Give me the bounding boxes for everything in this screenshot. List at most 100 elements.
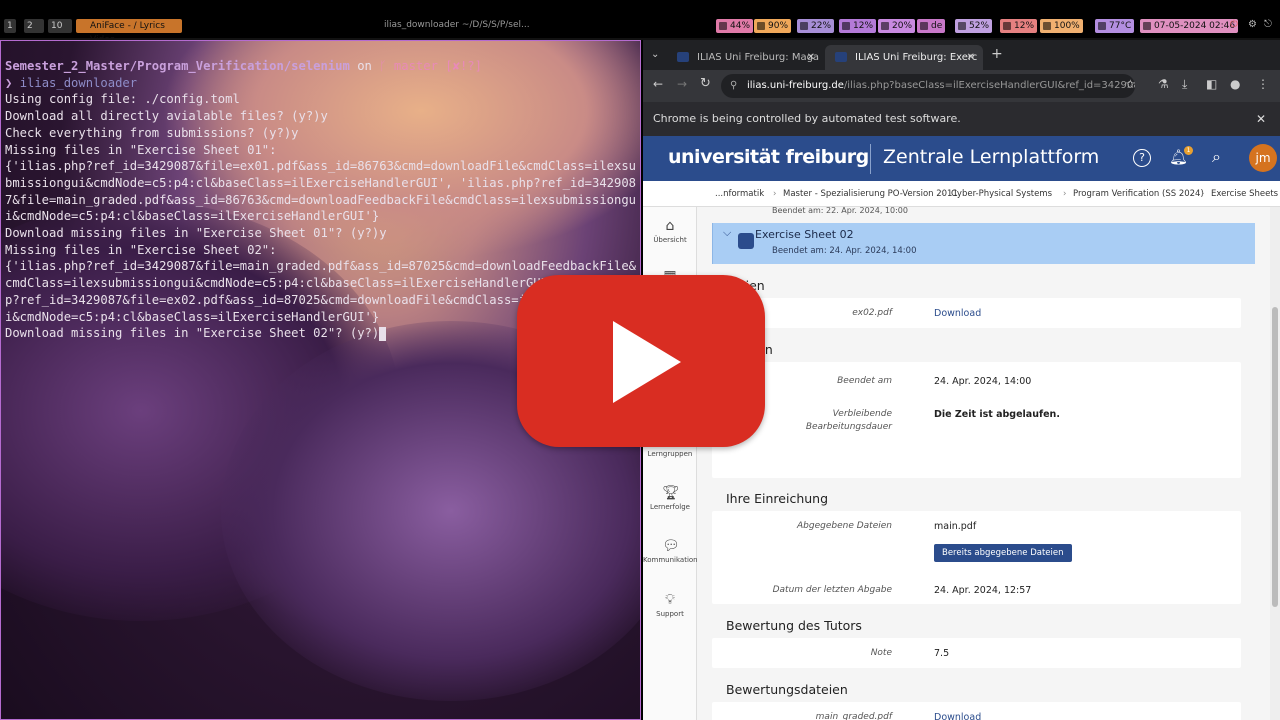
breadcrumb-item[interactable]: Program Verification (SS 2024) xyxy=(1073,181,1204,206)
prompt-symbol: ❯ xyxy=(5,75,13,90)
prompt-line: Semester_2_Master/Program_Verification/s… xyxy=(5,59,482,73)
window-title: ilias_downloader ~/D/S/S/P/sel... xyxy=(384,20,530,30)
chevron-down-icon[interactable]: ⌵ xyxy=(723,226,731,240)
schedule-card: Beendet am 24. Apr. 2024, 14:00 Verbleib… xyxy=(712,362,1241,478)
stat-memory-2: 52% xyxy=(955,19,993,33)
tab-search-icon[interactable]: ⌄ xyxy=(651,49,659,60)
section-grading-files-heading: Bewertungsdateien xyxy=(726,682,848,697)
output-line: Check everything from submissions? (y?)y xyxy=(5,125,299,140)
workspace-10[interactable]: 10 xyxy=(48,19,72,33)
workspace-2[interactable]: 2 xyxy=(24,19,44,33)
new-tab-icon[interactable]: + xyxy=(991,46,1003,62)
breadcrumb-item[interactable]: Cyber-Physical Systems xyxy=(951,181,1052,206)
site-info-icon[interactable]: ⚲ xyxy=(730,74,737,98)
submitted-files-button[interactable]: Bereits abgegebene Dateien xyxy=(934,544,1072,562)
command: ilias_downloader xyxy=(19,75,138,90)
last-submission-label: Datum der letzten Abgabe xyxy=(772,585,892,595)
sidebar-item-overview[interactable]: ⌂ Übersicht xyxy=(643,219,697,244)
grading-files-card: main_graded.pdf Download xyxy=(712,702,1241,720)
side-panel-icon[interactable]: ◧ xyxy=(1206,77,1217,91)
output-line: {'ilias.php?ref_id=3429087&file=ex01.pdf… xyxy=(5,159,637,174)
output-line: Missing files in "Exercise Sheet 02": xyxy=(5,242,277,257)
lightbulb-icon: 💡︎ xyxy=(665,592,675,608)
graded-file-download-link[interactable]: Download xyxy=(934,712,981,720)
avatar[interactable]: jm xyxy=(1249,144,1277,172)
file-download-link[interactable]: Download xyxy=(934,308,981,319)
search-icon[interactable]: ⌕ xyxy=(1212,147,1221,167)
remaining-value: Die Zeit ist abgelaufen. xyxy=(934,409,1060,420)
help-icon[interactable]: ? xyxy=(1133,149,1151,167)
stat-brightness: 12% xyxy=(1000,19,1038,33)
exercise-icon xyxy=(738,233,754,249)
stat-home: 90% xyxy=(754,19,792,33)
labs-icon[interactable]: ⚗ xyxy=(1158,77,1169,91)
youtube-play-button[interactable] xyxy=(517,275,765,447)
breadcrumb-separator: › xyxy=(1201,189,1205,199)
url-field[interactable]: ⚲ ilias.uni-freiburg.de/ilias.php?baseCl… xyxy=(721,74,1135,98)
section-tutor-heading: Bewertung des Tutors xyxy=(726,618,862,633)
scrollbar-thumb[interactable] xyxy=(1272,307,1278,607)
play-icon xyxy=(613,321,681,403)
active-app-indicator[interactable]: AniFace - / Lyrics Video xyxy=(76,19,182,45)
profile-icon[interactable]: ● xyxy=(1230,77,1240,91)
section-submission-heading: Ihre Einreichung xyxy=(726,491,829,506)
university-logo[interactable]: universität freiburg xyxy=(668,146,869,168)
content-scrollbar[interactable] xyxy=(1270,207,1280,720)
breadcrumb-separator: › xyxy=(1063,189,1067,199)
output-line: i&cmdNode=c5:p4:cl&baseClass=ilExerciseH… xyxy=(5,209,380,224)
home-icon: ⌂ xyxy=(665,218,675,234)
exit-icon[interactable]: ⎋ xyxy=(1264,19,1272,30)
power-icon[interactable]: ⏻ xyxy=(1230,19,1238,30)
stat-keyboard-layout[interactable]: de xyxy=(917,19,946,33)
submitted-files-label: Abgegebene Dateien xyxy=(797,521,892,531)
terminal-cursor xyxy=(379,326,387,341)
menu-icon[interactable]: ⋮ xyxy=(1257,77,1269,91)
ilias-favicon xyxy=(835,52,847,62)
ended-label: Beendet am xyxy=(837,376,892,386)
output-line: Download missing files in "Exercise Shee… xyxy=(5,226,387,241)
breadcrumb-item[interactable]: Exercise Sheets xyxy=(1211,181,1278,206)
prev-sheet-deadline: Beendet am: 22. Apr. 2024, 10:00 xyxy=(772,206,908,215)
stat-clock: 07-05-2024 02:46 xyxy=(1140,19,1239,33)
exercise-sheet-header[interactable]: ⌵ Exercise Sheet 02 Beendet am: 24. Apr.… xyxy=(712,223,1255,264)
close-icon[interactable]: ✕ xyxy=(1256,102,1266,136)
sidebar-item-communication[interactable]: 💬︎ Kommunikation xyxy=(643,539,698,564)
git-branch-icon: ᚴ xyxy=(379,59,387,73)
tab-strip: ⌄ ILIAS Uni Freiburg: Maga ✕ ILIAS Uni F… xyxy=(643,40,1280,70)
bookmark-star-icon[interactable]: ☆ xyxy=(1125,77,1136,91)
tab-exercise[interactable]: ILIAS Uni Freiburg: Exerc ✕ xyxy=(825,45,983,70)
output-line: Download missing files in "Exercise Shee… xyxy=(5,326,380,341)
grade-value: 7.5 xyxy=(934,648,950,659)
stat-battery: 100% xyxy=(1040,19,1083,33)
back-icon[interactable]: ← xyxy=(653,77,663,91)
close-icon[interactable]: ✕ xyxy=(807,45,815,70)
tab-magazin[interactable]: ILIAS Uni Freiburg: Maga ✕ xyxy=(667,45,823,70)
exercise-title[interactable]: Exercise Sheet 02 xyxy=(755,228,854,241)
download-icon[interactable]: ⤓ xyxy=(1182,77,1187,92)
stat-temperature: 77°C xyxy=(1095,19,1135,33)
workspace-1[interactable]: 1 xyxy=(4,19,16,33)
ended-value: 24. Apr. 2024, 14:00 xyxy=(934,376,1032,387)
remaining-label-2: Bearbeitungsdauer xyxy=(805,422,892,432)
settings-icon[interactable]: ⚙ xyxy=(1248,19,1257,30)
breadcrumb-item[interactable]: ...nformatik xyxy=(715,181,764,206)
site-header: universität freiburg Zentrale Lernplattf… xyxy=(643,136,1280,181)
sidebar-item-support[interactable]: 💡︎ Support xyxy=(643,593,697,618)
output-line: Using config file: ./config.toml xyxy=(5,92,240,107)
breadcrumb-item[interactable]: Master - Spezialisierung PO-Version 2011 xyxy=(783,181,958,206)
address-bar: ← → ↻ ⚲ ilias.uni-freiburg.de/ilias.php?… xyxy=(643,70,1280,102)
submission-card: Abgegebene Dateien main.pdf Bereits abge… xyxy=(712,511,1241,604)
reload-icon[interactable]: ↻ xyxy=(700,76,711,91)
git-branch: master xyxy=(393,59,438,73)
forward-icon[interactable]: → xyxy=(677,77,687,91)
breadcrumb: ...nformatik › Master - Spezialisierung … xyxy=(643,181,1280,207)
close-icon[interactable]: ✕ xyxy=(967,45,975,70)
git-status: [✘!?] xyxy=(445,59,482,73)
grade-label: Note xyxy=(870,648,892,658)
breadcrumb-separator: › xyxy=(773,189,777,199)
system-status-bar: 1 2 10 AniFace - / Lyrics Video ilias_do… xyxy=(0,0,1280,45)
breadcrumb-separator: › xyxy=(941,189,945,199)
sidebar-item-achievements[interactable]: 🏆︎ Lernerfolge xyxy=(643,486,697,511)
files-card: ex02.pdf Download xyxy=(712,298,1241,328)
stat-storage: 12% xyxy=(839,19,877,33)
